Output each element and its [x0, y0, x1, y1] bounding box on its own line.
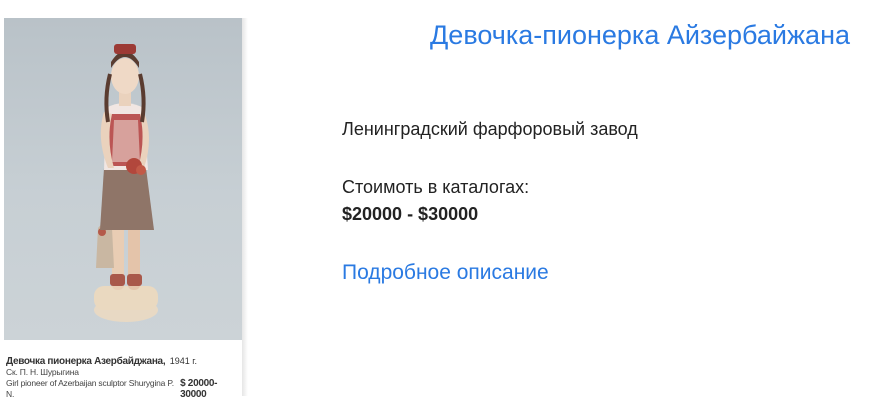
caption-sculptor-ru: Ск. П. Н. Шурыгина — [6, 367, 79, 377]
caption-title: Девочка пионерка Азербайджана, — [6, 356, 166, 367]
price-label: Стоимоть в каталогах: — [342, 177, 530, 197]
catalog-photo: Девочка пионерка Азербайджана, 1941 г. С… — [4, 18, 248, 400]
manufacturer-text: Ленинградский фарфоровый завод — [342, 119, 638, 139]
figurine-photo — [4, 18, 242, 340]
figurine-illustration — [94, 44, 158, 322]
caption-sculptor-en: Girl pioneer of Azerbaijan sculptor Shur… — [6, 378, 174, 399]
price-range: $20000 - $30000 — [342, 204, 479, 224]
scan-edge — [242, 18, 248, 396]
caption-price: $ 20000-30000 — [180, 378, 218, 400]
caption-year: 1941 г. — [169, 356, 197, 366]
details-link[interactable]: Подробное описание — [342, 261, 549, 285]
catalog-caption: Девочка пионерка Азербайджана, 1941 г. С… — [6, 354, 242, 400]
product-title[interactable]: Девочка-пионерка Айзербайжана — [340, 20, 850, 51]
